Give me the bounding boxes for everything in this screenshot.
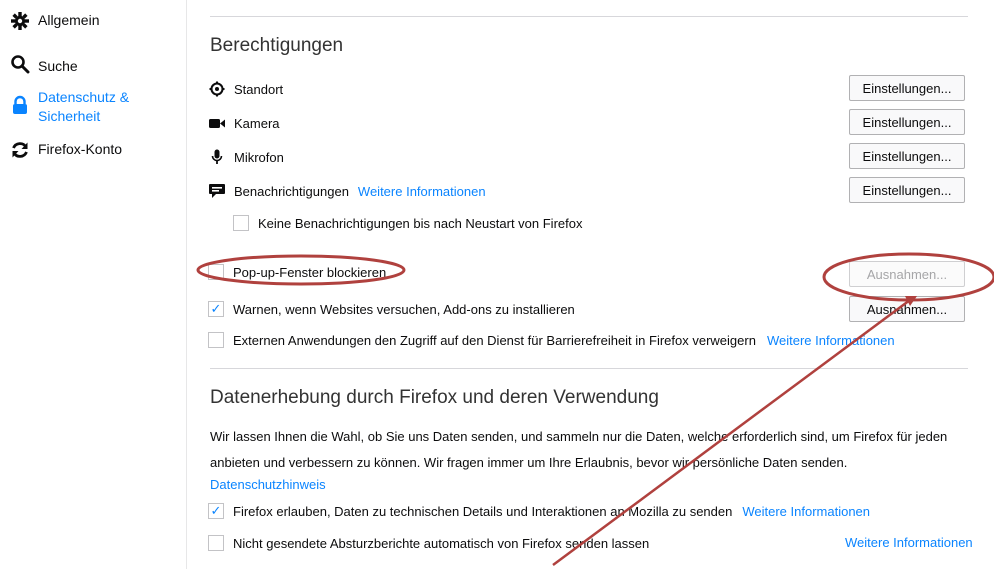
telemetry-row: ✓ Firefox erlauben, Daten zu technischen…: [208, 503, 870, 519]
sidebar-item-label: Firefox-Konto: [38, 141, 123, 157]
privacy-notice-link[interactable]: Datenschutzhinweis: [210, 477, 326, 492]
button-label: Einstellungen...: [862, 182, 952, 198]
sidebar-item-privacy[interactable]: Datenschutz & Sicherheit: [10, 88, 129, 126]
annotation-overlay: [196, 252, 994, 567]
data-collection-heading: Datenerhebung durch Firefox und deren Ve…: [210, 387, 659, 408]
checkbox-label: Pop-up-Fenster blockieren: [233, 264, 387, 280]
button-label: Einstellungen...: [862, 80, 952, 96]
button-label: Ausnahmen...: [866, 266, 948, 282]
sidebar-item-search[interactable]: Suche: [10, 54, 78, 76]
block-a11y-row: Externen Anwendungen den Zugriff auf den…: [208, 332, 895, 348]
sidebar-item-label: Allgemein: [38, 12, 100, 28]
crash-learn-more-link[interactable]: Weitere Informationen: [845, 535, 973, 550]
pause-notifications-checkbox[interactable]: [233, 215, 249, 231]
notifications-learn-more-link[interactable]: Weitere Informationen: [358, 184, 486, 199]
crash-reports-row: Nicht gesendete Absturzberichte automati…: [208, 535, 649, 551]
section-divider: [210, 368, 968, 369]
sync-icon: [10, 140, 30, 160]
description-line-1: Wir lassen Ihnen die Wahl, ob Sie uns Da…: [210, 429, 948, 444]
permission-label: Benachrichtigungen: [234, 183, 349, 199]
block-a11y-checkbox[interactable]: [208, 332, 224, 348]
search-icon: [10, 54, 30, 74]
microphone-icon: [208, 148, 226, 166]
checkbox-label: Externen Anwendungen den Zugriff auf den…: [233, 332, 756, 348]
warn-addons-checkbox[interactable]: ✓: [208, 301, 224, 317]
location-icon: [208, 80, 226, 98]
telemetry-checkbox[interactable]: ✓: [208, 503, 224, 519]
sidebar-item-label-line2: Sicherheit: [38, 108, 101, 124]
permission-location: Standort: [208, 80, 283, 98]
permission-label: Kamera: [234, 115, 280, 131]
permission-label: Mikrofon: [234, 149, 284, 165]
sidebar-item-firefox-account[interactable]: Firefox-Konto: [10, 140, 122, 160]
button-label: Ausnahmen...: [866, 301, 948, 317]
checkbox-label: Firefox erlauben, Daten zu technischen D…: [233, 503, 733, 519]
addons-exceptions-button[interactable]: Ausnahmen...: [849, 296, 965, 322]
description-line-2: anbieten und verbessern zu können. Wir f…: [210, 455, 848, 470]
popup-exceptions-button[interactable]: Ausnahmen...: [849, 261, 965, 287]
checkbox-label: Warnen, wenn Websites versuchen, Add-ons…: [233, 301, 575, 317]
block-popups-checkbox[interactable]: [208, 264, 224, 280]
sidebar-item-label-line1: Datenschutz &: [38, 89, 130, 105]
block-popups-row: Pop-up-Fenster blockieren: [208, 264, 386, 280]
telemetry-learn-more-link[interactable]: Weitere Informationen: [742, 504, 870, 519]
crash-reports-checkbox[interactable]: [208, 535, 224, 551]
checkbox-label: Nicht gesendete Absturzberichte automati…: [233, 535, 650, 551]
a11y-learn-more-link[interactable]: Weitere Informationen: [767, 333, 895, 348]
lock-icon: [10, 95, 30, 115]
pause-notifications-row: Keine Benachrichtigungen bis nach Neusta…: [233, 215, 582, 231]
permission-label: Standort: [234, 81, 284, 97]
permission-notifications: Benachrichtigungen Weitere Informationen: [208, 182, 486, 200]
camera-settings-button[interactable]: Einstellungen...: [849, 109, 965, 135]
button-label: Einstellungen...: [862, 114, 952, 130]
permission-microphone: Mikrofon: [208, 148, 284, 166]
notifications-settings-button[interactable]: Einstellungen...: [849, 177, 965, 203]
checkbox-label: Keine Benachrichtigungen bis nach Neusta…: [258, 215, 583, 231]
camera-icon: [208, 114, 226, 132]
notification-icon: [208, 182, 226, 200]
permission-camera: Kamera: [208, 114, 280, 132]
gear-icon: [10, 11, 30, 31]
sidebar-item-label: Suche: [38, 58, 78, 74]
sidebar-item-general[interactable]: Allgemein: [10, 11, 99, 31]
data-collection-description: Wir lassen Ihnen die Wahl, ob Sie uns Da…: [210, 424, 970, 476]
warn-addons-row: ✓ Warnen, wenn Websites versuchen, Add-o…: [208, 301, 575, 317]
microphone-settings-button[interactable]: Einstellungen...: [849, 143, 965, 169]
sidebar-divider: [186, 0, 187, 569]
location-settings-button[interactable]: Einstellungen...: [849, 75, 965, 101]
sidebar-item-label: Datenschutz & Sicherheit: [38, 88, 129, 126]
button-label: Einstellungen...: [862, 148, 952, 164]
permissions-heading: Berechtigungen: [210, 35, 344, 56]
section-divider-top: [210, 16, 968, 17]
